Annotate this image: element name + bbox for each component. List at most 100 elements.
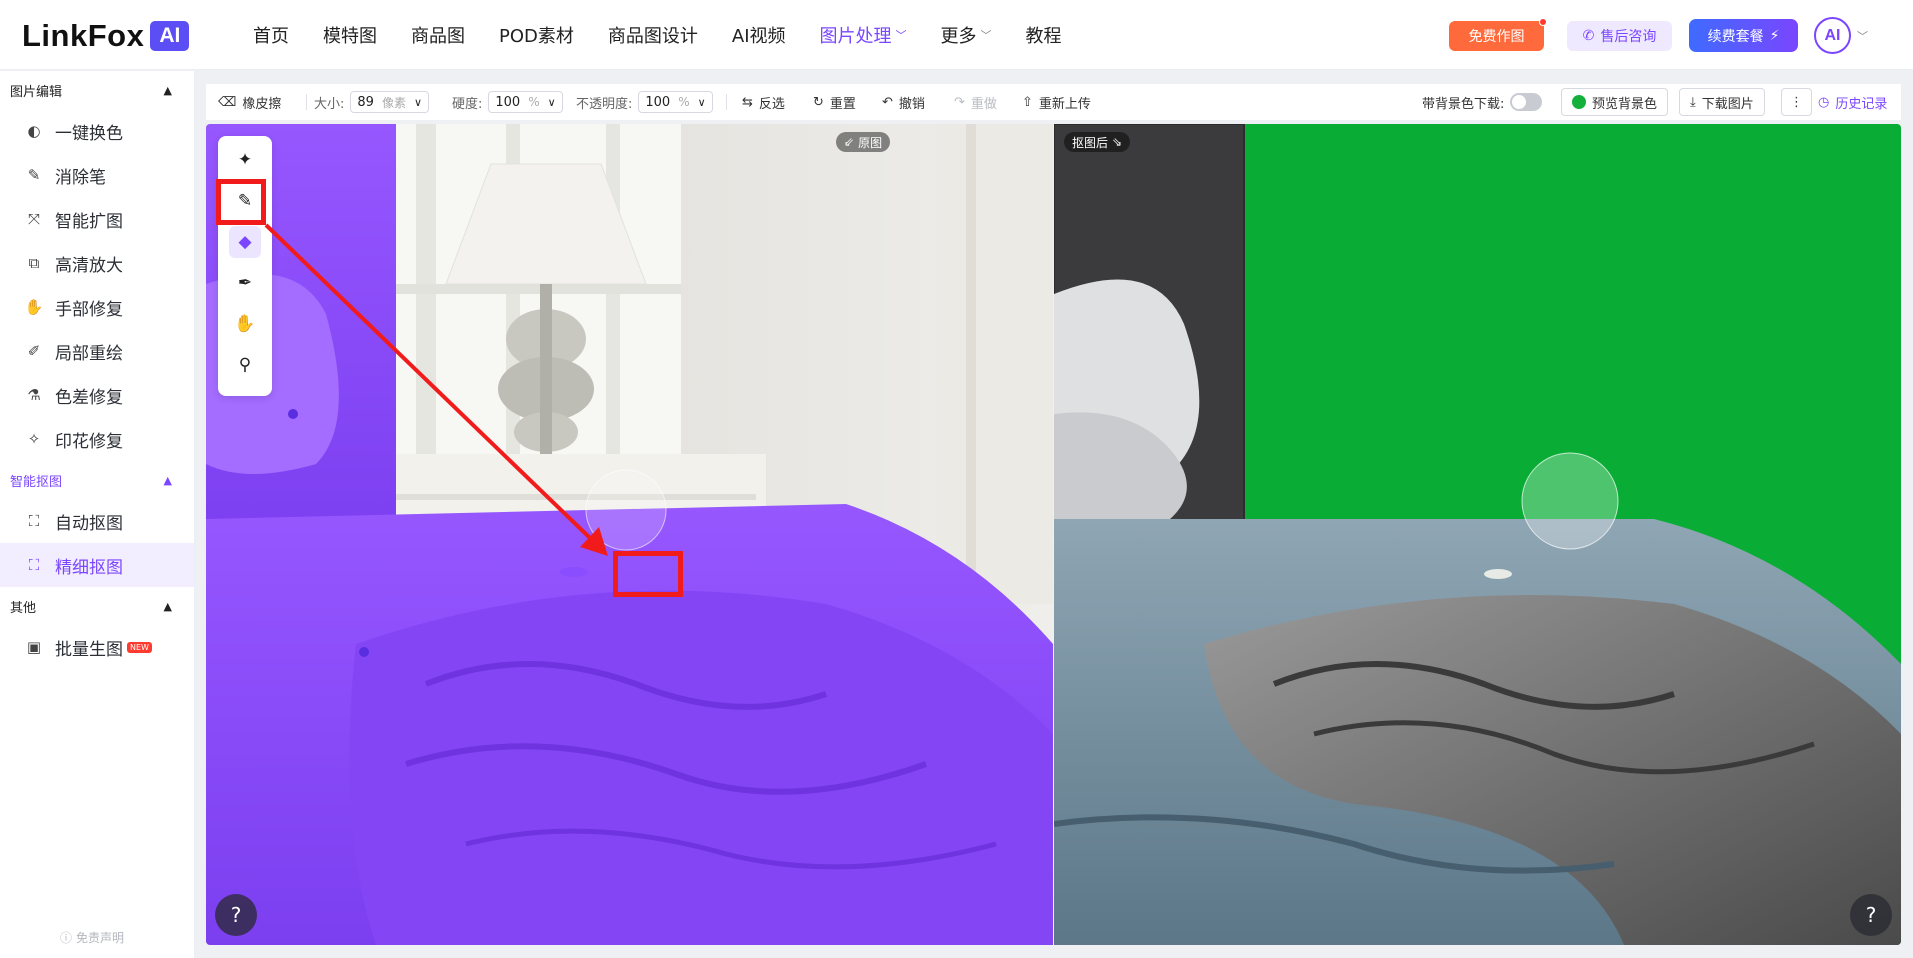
bg-color-swatch bbox=[1572, 95, 1586, 109]
sidebar-item-pattern-fix[interactable]: ✧ 印花修复 bbox=[0, 417, 194, 461]
redo-icon: ↷ bbox=[954, 94, 965, 110]
nav-image-processing[interactable]: 图片处理 ﹀ bbox=[820, 22, 907, 48]
lightning-icon: ⚡ bbox=[1769, 27, 1780, 44]
sidebar-section-smart-cutout[interactable]: 智能抠图 ▲ bbox=[0, 461, 194, 499]
nav-home[interactable]: 首页 bbox=[253, 22, 289, 48]
nav-label: POD素材 bbox=[499, 26, 574, 47]
new-badge: NEW bbox=[127, 641, 152, 653]
chevron-down-icon: ∨ bbox=[413, 95, 423, 109]
editor-toolbar: ⌫ 橡皮擦 大小: 89 像素 ∨ 硬度: 100 % ∨ 不透明度: 100 … bbox=[206, 84, 1901, 120]
pen-tool[interactable]: ✒ bbox=[229, 267, 261, 299]
zoom-icon: ⚲ bbox=[238, 355, 252, 375]
undo-button[interactable]: ↶ 撤销 bbox=[882, 84, 925, 120]
hardness-label: 硬度: bbox=[452, 96, 483, 112]
bg-download-label: 带背景色下载: bbox=[1422, 96, 1505, 112]
sidebar-item-eraser-pen[interactable]: ✎ 消除笔 bbox=[0, 153, 194, 197]
size-input[interactable]: 89 像素 ∨ bbox=[350, 91, 430, 113]
nav-tutorial[interactable]: 教程 bbox=[1026, 22, 1062, 48]
sidebar-item-expand[interactable]: ⤧ 智能扩图 bbox=[0, 197, 194, 241]
invert-button[interactable]: ⇆ 反选 bbox=[742, 84, 785, 120]
sidebar-item-inpaint[interactable]: ✐ 局部重绘 bbox=[0, 329, 194, 373]
nav-more[interactable]: 更多 ﹀ bbox=[941, 22, 992, 48]
preview-bg-button[interactable]: 预览背景色 bbox=[1561, 88, 1669, 116]
avatar-text: AI bbox=[1824, 26, 1841, 44]
size-value: 89 bbox=[357, 94, 374, 110]
renew-plan-button[interactable]: 续费套餐 ⚡ bbox=[1689, 19, 1798, 52]
editor-canvas: ⇙ 原图 ✦ ✎ ◆ ✒ ✋ ⚲ ? 抠图后 ⇘ ? bbox=[206, 124, 1901, 945]
original-image-pane[interactable]: ⇙ 原图 ✦ ✎ ◆ ✒ ✋ ⚲ ? bbox=[206, 124, 1053, 945]
sidebar-item-hand-fix[interactable]: ✋ 手部修复 bbox=[0, 285, 194, 329]
sidebar-section-other[interactable]: 其他 ▲ bbox=[0, 587, 194, 625]
nav-label: 首页 bbox=[253, 26, 289, 47]
expand-icon: ⤧ bbox=[27, 210, 40, 228]
free-create-button[interactable]: 免费作图 bbox=[1449, 18, 1547, 51]
logo[interactable]: LinkFox AI bbox=[22, 18, 190, 54]
fine-cutout-icon: ⛶ bbox=[28, 556, 40, 574]
sidebar: 图片编辑 ▲ ◐ 一键换色 ✎ 消除笔 ⤧ 智能扩图 ⧉ 高清放大 ✋ 手部修复 ✐ 局部重… bbox=[0, 71, 195, 958]
history-icon: ◷ bbox=[1818, 94, 1830, 110]
after-sales-button[interactable]: ✆ 售后咨询 bbox=[1567, 21, 1672, 51]
opacity-control: 不透明度: 100 % ∨ bbox=[576, 84, 713, 120]
nav-product-design[interactable]: 商品图设计 bbox=[608, 22, 698, 48]
chevron-up-icon: ▲ bbox=[163, 83, 172, 97]
bg-download-toggle[interactable] bbox=[1510, 93, 1543, 111]
arrow-down-left-icon: ⇙ bbox=[844, 135, 855, 149]
sidebar-item-batch-image[interactable]: ▣ 批量生图 NEW bbox=[0, 625, 194, 669]
upload-icon: ⇧ bbox=[1022, 94, 1033, 110]
reset-button[interactable]: ↻ 重置 bbox=[813, 84, 856, 120]
chevron-down-icon[interactable]: ﹀ bbox=[1857, 28, 1868, 44]
nav-model-image[interactable]: 模特图 bbox=[323, 22, 377, 48]
redo-button[interactable]: ↷ 重做 bbox=[954, 84, 997, 120]
sidebar-item-color-fix[interactable]: ⚗ 色差修复 bbox=[0, 373, 194, 417]
nav-label: 商品图 bbox=[411, 26, 465, 47]
nav-label: 教程 bbox=[1025, 26, 1062, 47]
nav-ai-video[interactable]: AI视频 bbox=[732, 22, 786, 48]
annotation-box-target-spot bbox=[613, 551, 683, 597]
more-options-button[interactable]: ⋮ bbox=[1781, 88, 1812, 116]
help-button[interactable]: ? bbox=[215, 894, 257, 936]
reupload-label: 重新上传 bbox=[1038, 96, 1091, 112]
section-title: 其他 bbox=[10, 600, 37, 616]
history-button[interactable]: ◷ 历史记录 bbox=[1818, 84, 1887, 120]
hand-tool[interactable]: ✋ bbox=[229, 308, 261, 340]
opacity-unit: % bbox=[678, 95, 690, 109]
nav-product-image[interactable]: 商品图 bbox=[411, 22, 465, 48]
original-tag[interactable]: ⇙ 原图 bbox=[836, 132, 891, 152]
help-glyph: ? bbox=[1865, 903, 1877, 927]
brush-icon: ✐ bbox=[27, 342, 41, 360]
opacity-input[interactable]: 100 % ∨ bbox=[638, 91, 713, 113]
disclaimer-link[interactable]: ⓘ 免责声明 bbox=[60, 929, 124, 946]
chevron-up-icon: ▲ bbox=[163, 473, 172, 487]
original-image bbox=[206, 124, 1053, 945]
sidebar-item-upscale[interactable]: ⧉ 高清放大 bbox=[0, 241, 194, 285]
notification-dot bbox=[1539, 18, 1547, 26]
divider bbox=[306, 94, 307, 110]
eraser-tool[interactable]: ◆ bbox=[229, 226, 261, 258]
preview-bg-label: 预览背景色 bbox=[1592, 96, 1658, 112]
reupload-button[interactable]: ⇧ 重新上传 bbox=[1022, 84, 1091, 120]
zoom-tool[interactable]: ⚲ bbox=[229, 349, 261, 381]
avatar[interactable]: AI bbox=[1814, 17, 1851, 54]
sidebar-section-image-edit[interactable]: 图片编辑 ▲ bbox=[0, 71, 194, 109]
main-nav: 首页 模特图 商品图 POD素材 商品图设计 AI视频 图片处理 ﹀ 更多 ﹀ 教程 bbox=[253, 0, 1096, 70]
sidebar-item-fine-cutout[interactable]: ⛶ 精细抠图 bbox=[0, 543, 194, 587]
hardness-control: 硬度: 100 % ∨ bbox=[452, 84, 563, 120]
logo-text: LinkFox bbox=[22, 18, 145, 53]
cutout-tag[interactable]: 抠图后 ⇘ bbox=[1064, 132, 1131, 152]
more-vertical-icon: ⋮ bbox=[1790, 94, 1803, 110]
sidebar-item-label: 批量生图 bbox=[55, 639, 123, 660]
sidebar-item-auto-cutout[interactable]: ⛶ 自动抠图 bbox=[0, 499, 194, 543]
cutout-image-pane[interactable]: 抠图后 ⇘ ? bbox=[1054, 124, 1901, 945]
preview-bg-control: 预览背景色 bbox=[1561, 84, 1669, 120]
upscale-icon: ⧉ bbox=[28, 254, 40, 272]
sidebar-item-recolor[interactable]: ◐ 一键换色 bbox=[0, 109, 194, 153]
nav-pod-assets[interactable]: POD素材 bbox=[499, 22, 574, 48]
size-label: 大小: bbox=[314, 96, 345, 112]
cutout-tag-label: 抠图后 bbox=[1072, 135, 1109, 150]
reset-icon: ↻ bbox=[813, 94, 824, 110]
hardness-input[interactable]: 100 % ∨ bbox=[488, 91, 563, 113]
disclaimer-label: 免责声明 bbox=[76, 931, 125, 945]
magic-wand-tool[interactable]: ✦ bbox=[229, 144, 261, 176]
download-button[interactable]: ⤓ 下载图片 bbox=[1679, 88, 1765, 116]
help-button-right[interactable]: ? bbox=[1850, 894, 1892, 936]
